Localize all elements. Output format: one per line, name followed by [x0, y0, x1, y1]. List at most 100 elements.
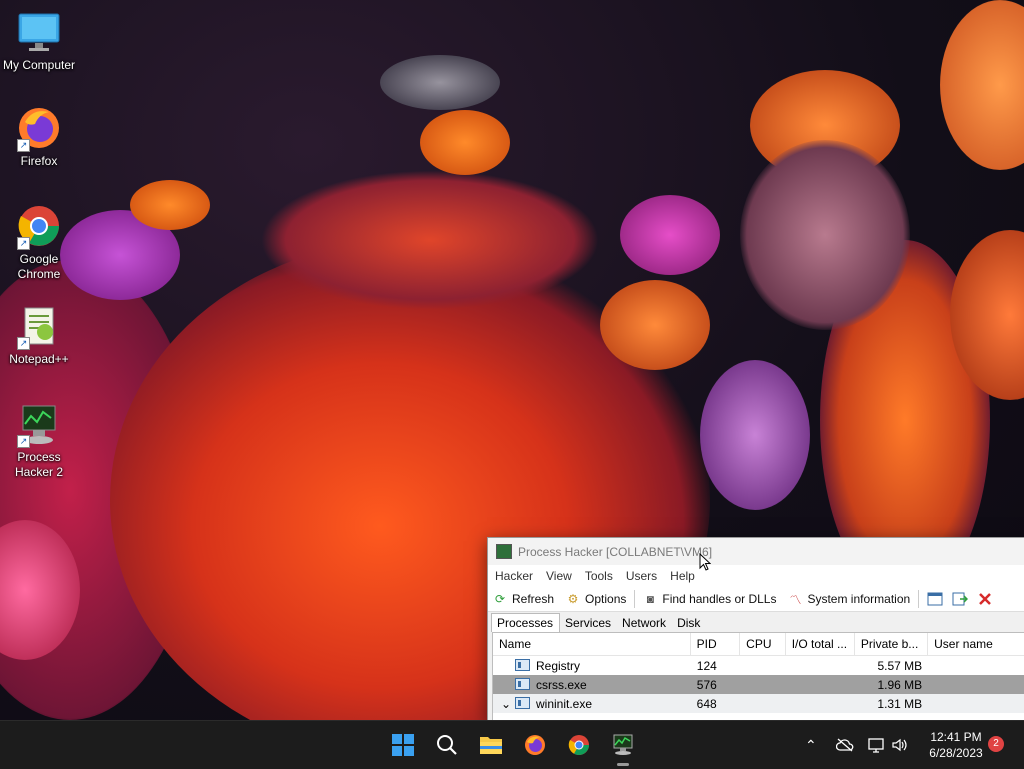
find-handles-button[interactable]: ◙ Find handles or DLLs [643, 592, 777, 606]
gear-icon: ⚙ [567, 592, 579, 606]
search-icon [437, 735, 457, 755]
process-name-text: Registry [536, 658, 581, 673]
volume-button[interactable] [892, 721, 908, 769]
notification-badge[interactable]: 2 [988, 736, 1004, 752]
process-icon [515, 696, 530, 709]
chevron-up-icon: ⌃ [805, 736, 817, 753]
window-title-bar[interactable]: Process Hacker [COLLABNET\VM6] [488, 538, 1024, 565]
taskbar-firefox[interactable] [521, 731, 549, 759]
firefox-icon: ↗ [15, 104, 63, 152]
taskbar-process-hacker[interactable] [609, 731, 637, 759]
network-icon [868, 738, 884, 753]
desktop-icon-label: Notepad++ [9, 352, 69, 366]
desktop-icon-label: Process Hacker 2 [14, 450, 64, 479]
process-name-text: csrss.exe [536, 677, 587, 692]
start-button[interactable] [389, 731, 417, 759]
firefox-icon [525, 735, 545, 755]
system-information-label: System information [807, 592, 911, 606]
desktop-icon-label: Google Chrome [17, 252, 61, 281]
notepad-plus-plus-icon: ↗ [15, 302, 63, 350]
column-io-total[interactable]: I/O total ... [786, 633, 855, 655]
desktop-icon-firefox[interactable]: ↗ Firefox [0, 104, 78, 169]
taskbar-file-explorer[interactable] [477, 731, 505, 759]
process-hacker-window[interactable]: Process Hacker [COLLABNET\VM6] Hacker Vi… [487, 537, 1024, 722]
show-hidden-icons-button[interactable]: ⌃ [805, 721, 817, 769]
column-private-bytes[interactable]: Private b... [855, 633, 929, 655]
tab-disk[interactable]: Disk [672, 614, 706, 632]
column-pid[interactable]: PID [691, 633, 741, 655]
process-private-bytes: 1.96 MB [877, 677, 923, 692]
folder-icon [480, 737, 502, 754]
menu-view[interactable]: View [546, 569, 572, 583]
graph-icon: 〽 [789, 592, 802, 607]
column-user-name[interactable]: User name [928, 633, 1024, 655]
mouse-cursor-icon [699, 553, 711, 571]
process-icon [515, 677, 530, 690]
windows-logo-icon [392, 734, 414, 756]
options-label: Options [585, 592, 627, 606]
process-list[interactable]: Name PID CPU I/O total ... Private b... … [492, 632, 1024, 721]
refresh-icon: ⟳ [494, 592, 506, 606]
taskbar: ⌃ 12:41 PM 6/28/2023 [0, 720, 1024, 769]
process-pid: 124 [696, 658, 717, 673]
desktop-icon-my-computer[interactable]: My Computer [0, 8, 78, 73]
process-name-text: wininit.exe [536, 696, 593, 711]
table-row[interactable]: csrss.exe 576 1.96 MB [493, 675, 1024, 694]
column-cpu[interactable]: CPU [740, 633, 786, 655]
menu-bar: Hacker View Tools Users Help [488, 565, 1024, 587]
process-list-header: Name PID CPU I/O total ... Private b... … [493, 633, 1024, 656]
toolbar-separator [634, 590, 636, 608]
process-hacker-icon [613, 734, 633, 755]
process-private-bytes: 5.57 MB [877, 658, 923, 673]
process-pid: 576 [696, 677, 717, 692]
search-button[interactable] [433, 731, 461, 759]
menu-help[interactable]: Help [670, 569, 695, 583]
clock[interactable]: 12:41 PM 6/28/2023 [920, 729, 992, 761]
find-handles-label: Find handles or DLLs [662, 592, 777, 606]
desktop-icon-label: Firefox [20, 154, 58, 168]
menu-hacker[interactable]: Hacker [495, 569, 533, 583]
options-button[interactable]: ⚙ Options [566, 592, 627, 606]
terminate-icon[interactable] [977, 592, 993, 606]
process-name: csrss.exe [493, 677, 691, 692]
expand-chevron-icon[interactable]: ⌄ [501, 697, 515, 711]
go-to-window-icon[interactable] [952, 592, 969, 606]
process-icon [515, 658, 530, 671]
clock-date: 6/28/2023 [929, 746, 983, 760]
chrome-icon: ↗ [15, 202, 63, 250]
column-name[interactable]: Name [493, 633, 691, 655]
desktop-icon-notepad-plus-plus[interactable]: ↗ Notepad++ [0, 302, 78, 367]
tab-network[interactable]: Network [617, 614, 672, 632]
monitor-icon [15, 8, 63, 56]
chrome-icon [568, 735, 589, 755]
table-row[interactable]: Registry 124 5.57 MB [493, 656, 1024, 675]
refresh-label: Refresh [512, 592, 555, 606]
table-row[interactable]: ⌄ wininit.exe 648 1.31 MB [493, 694, 1024, 713]
process-pid: 648 [696, 696, 717, 711]
window-icon[interactable] [927, 592, 943, 606]
tab-strip: Processes Services Network Disk [488, 612, 1024, 632]
process-name: Registry [493, 658, 691, 673]
desktop-icon-google-chrome[interactable]: ↗ Google Chrome [0, 202, 78, 282]
running-indicator [617, 763, 629, 766]
speaker-icon [892, 738, 907, 752]
tab-services[interactable]: Services [560, 614, 617, 632]
toolbar: ⟳ Refresh ⚙ Options ◙ Find handles or DL… [488, 587, 1024, 612]
window-title: Process Hacker [COLLABNET\VM6] [518, 544, 713, 559]
taskbar-chrome[interactable] [565, 731, 593, 759]
binoculars-icon: ◙ [646, 592, 655, 606]
process-name: ⌄ wininit.exe [493, 696, 691, 711]
desktop-icon-label: My Computer [2, 58, 76, 72]
app-icon [496, 544, 512, 559]
toolbar-separator [918, 590, 920, 608]
tab-processes[interactable]: Processes [491, 613, 561, 632]
menu-tools[interactable]: Tools [585, 569, 613, 583]
network-button[interactable] [868, 721, 886, 769]
menu-users[interactable]: Users [626, 569, 657, 583]
system-information-button[interactable]: 〽 System information [788, 592, 911, 607]
desktop-icon-process-hacker[interactable]: ↗ Process Hacker 2 [0, 400, 78, 480]
clock-time: 12:41 PM [930, 730, 982, 744]
onedrive-button[interactable] [836, 721, 854, 769]
refresh-button[interactable]: ⟳ Refresh [493, 592, 554, 606]
process-private-bytes: 1.31 MB [877, 696, 923, 711]
